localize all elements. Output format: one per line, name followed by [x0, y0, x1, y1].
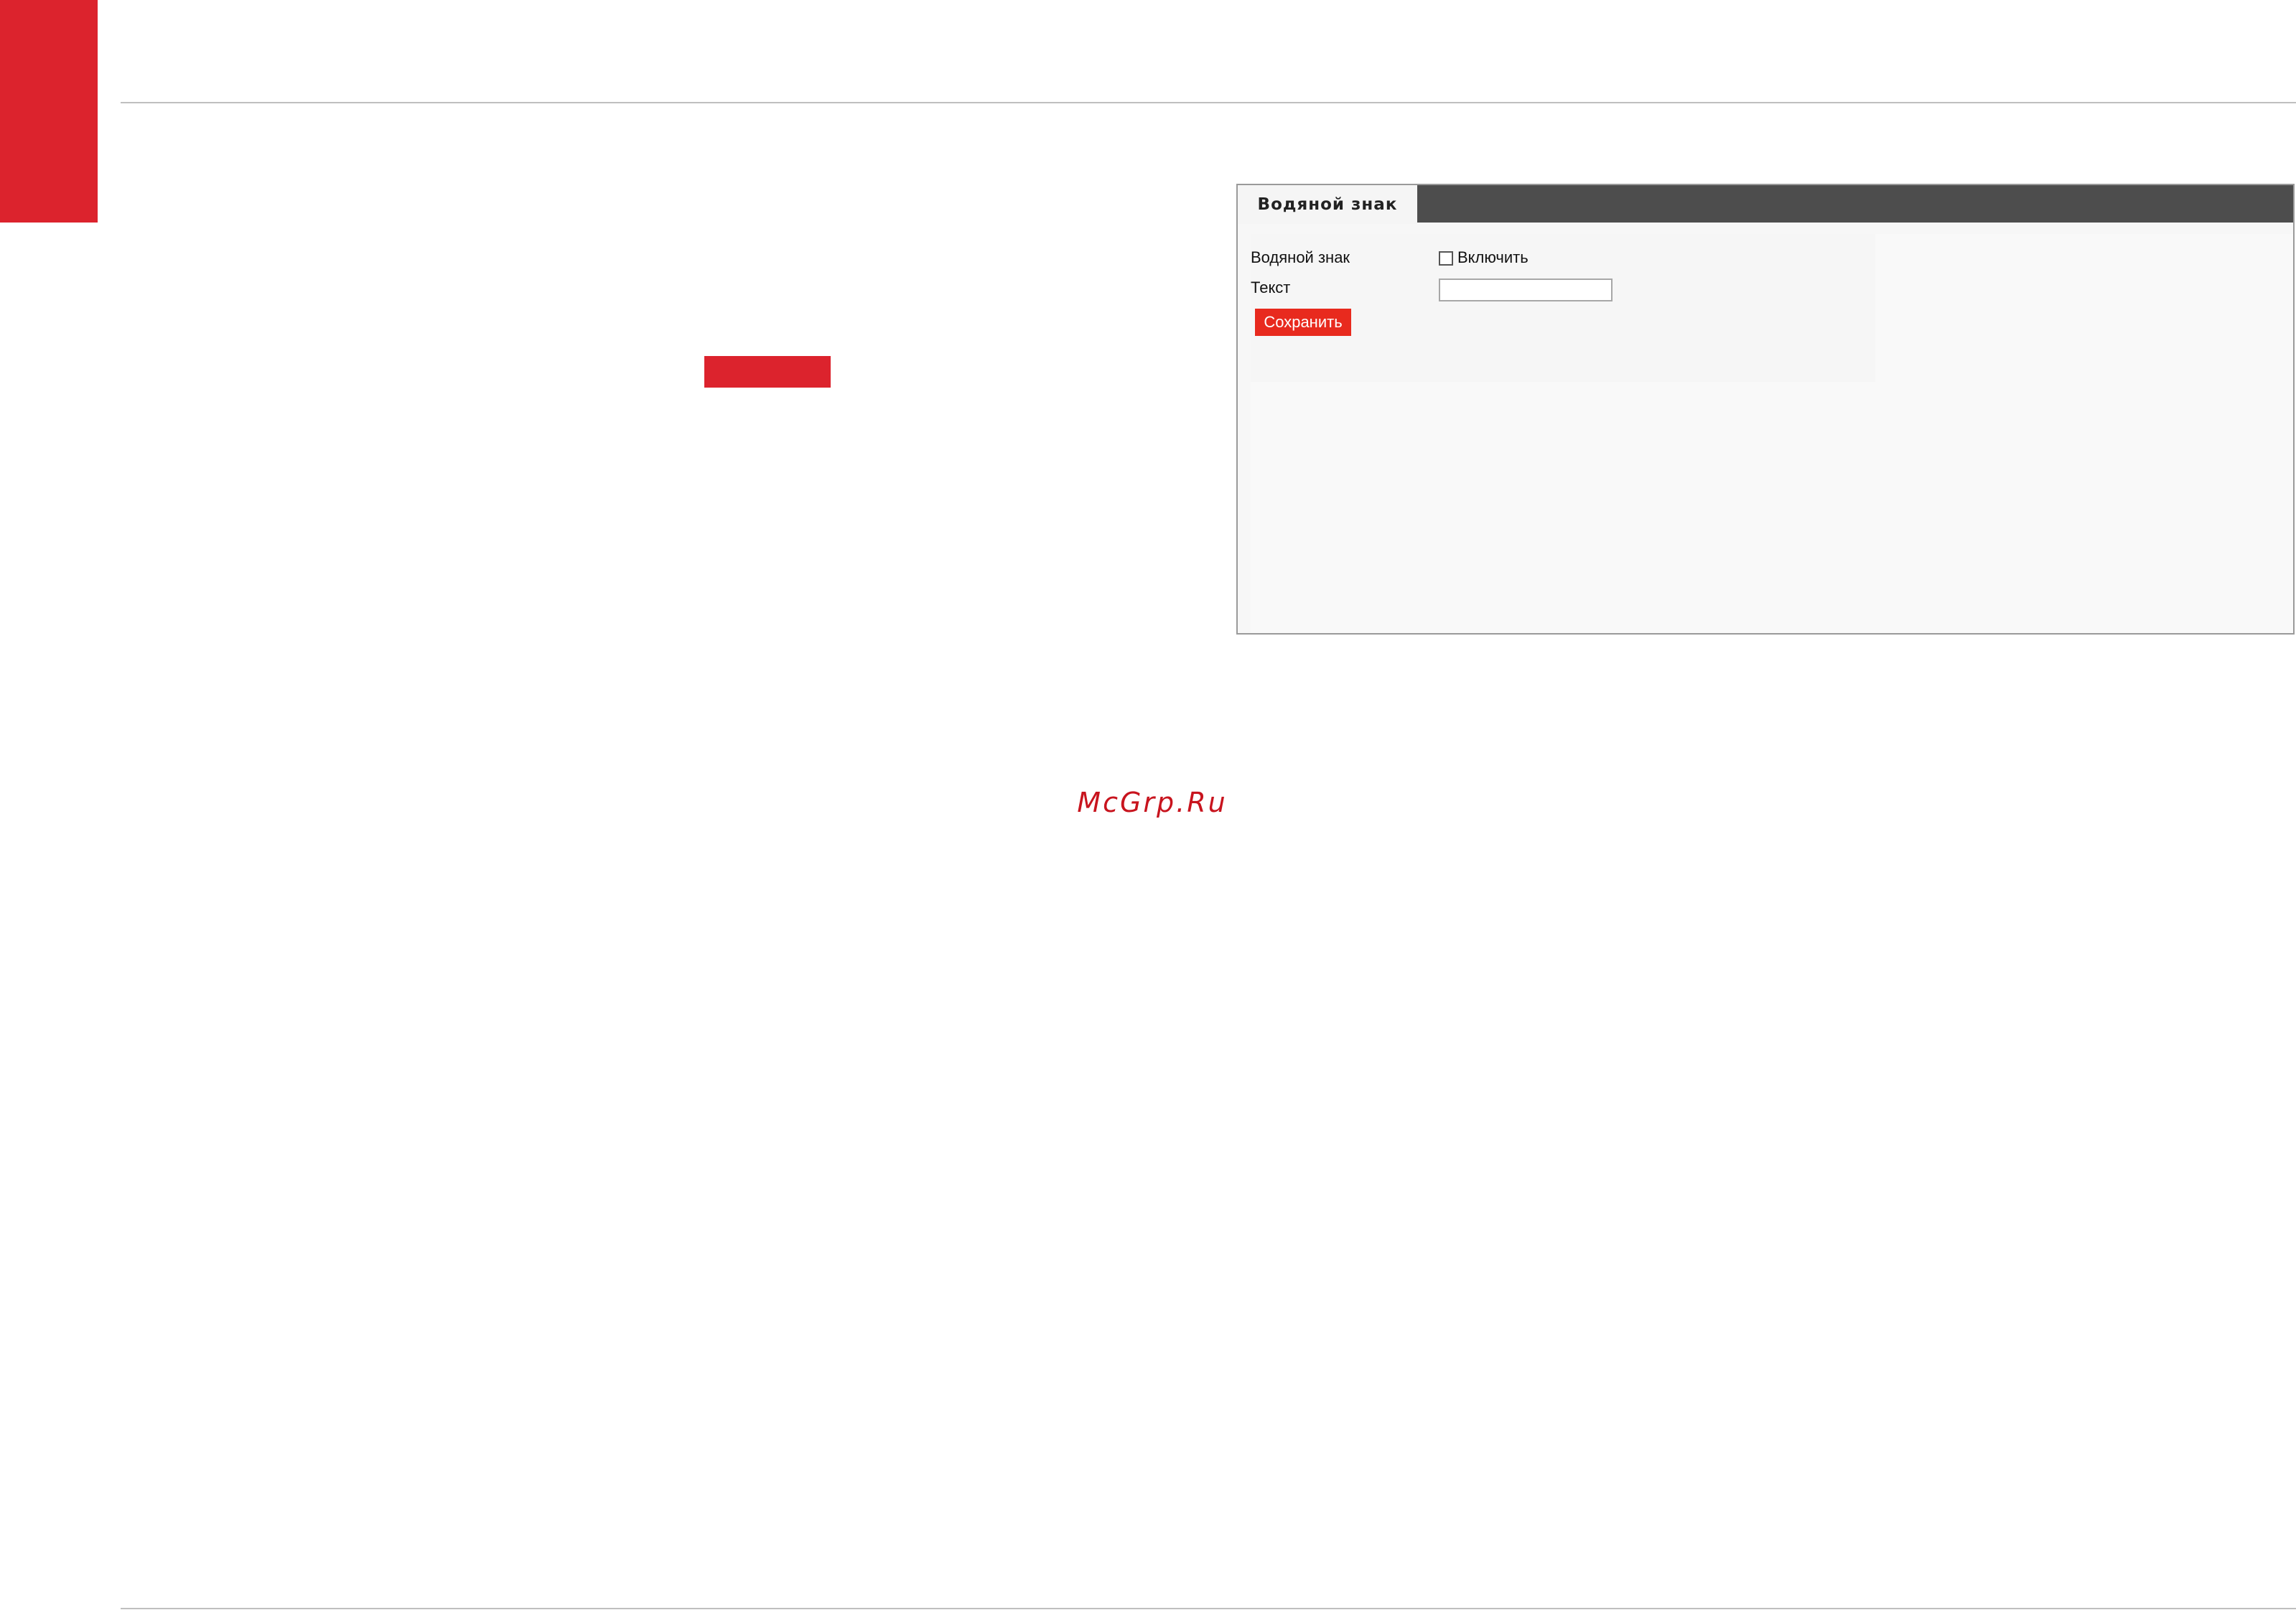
- watermark-settings-screenshot: Водяной знак Водяной знак Включить Текст…: [1236, 184, 2295, 635]
- enable-checkbox[interactable]: [1439, 251, 1453, 266]
- text-label: Текст: [1251, 279, 1291, 296]
- bottom-divider: [121, 1608, 2296, 1609]
- watermark-text-input[interactable]: [1439, 279, 1613, 301]
- settings-content: Водяной знак Включить Текст Сохранить: [1251, 234, 2293, 633]
- site-watermark: McGrp.Ru: [1077, 787, 1228, 818]
- watermark-form: Водяной знак Включить Текст Сохранить: [1251, 234, 1875, 382]
- red-highlight-bar: [704, 356, 831, 388]
- enable-checkbox-label[interactable]: Включить: [1457, 248, 1529, 267]
- save-button[interactable]: Сохранить: [1255, 309, 1351, 336]
- red-corner-tab: [0, 0, 98, 223]
- tab-watermark[interactable]: Водяной знак: [1238, 185, 1417, 224]
- watermark-label: Водяной знак: [1251, 248, 1350, 266]
- top-divider: [121, 102, 2296, 103]
